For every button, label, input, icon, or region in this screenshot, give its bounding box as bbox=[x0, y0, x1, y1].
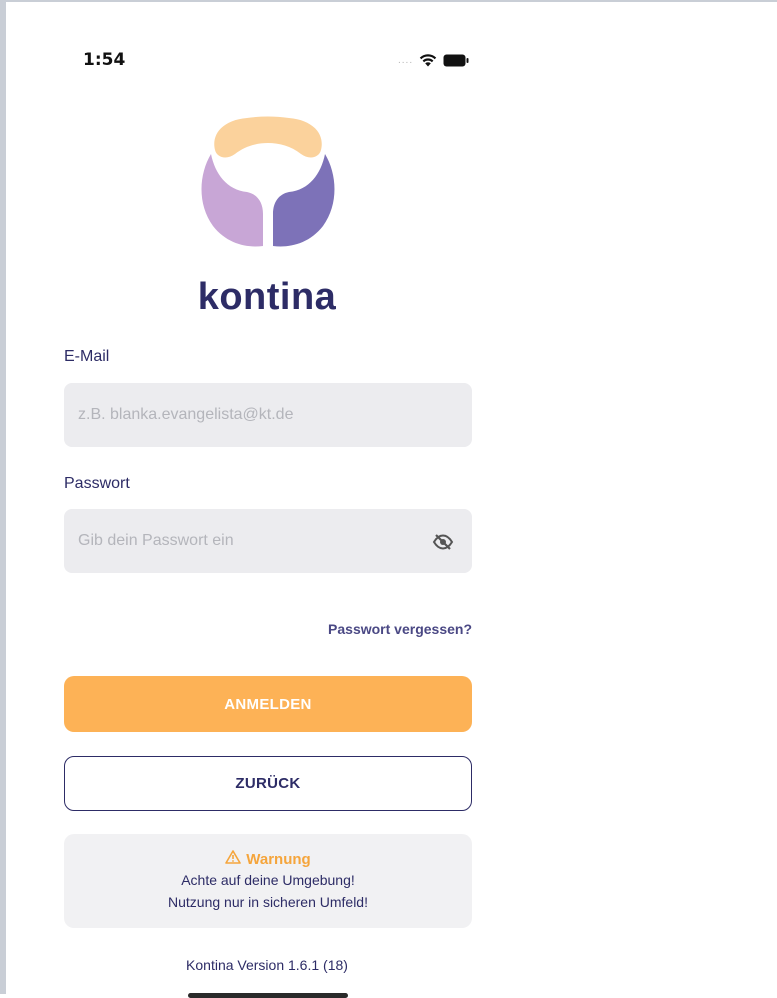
app-frame: 1:54 .... kontina E-Mail z.B. blanka.eva… bbox=[0, 0, 777, 998]
warning-line-1: Achte auf deine Umgebung! bbox=[181, 872, 355, 888]
status-icons: .... bbox=[398, 52, 469, 68]
warning-line-2: Nutzung nur in sicheren Umfeld! bbox=[168, 894, 368, 910]
signal-icon: .... bbox=[398, 54, 414, 66]
email-label: E-Mail bbox=[64, 348, 110, 365]
kontina-logo bbox=[197, 110, 339, 250]
battery-icon bbox=[443, 54, 469, 67]
warning-box: Warnung Achte auf deine Umgebung! Nutzun… bbox=[64, 834, 472, 928]
warning-title: Warnung bbox=[225, 850, 311, 868]
warning-title-text: Warnung bbox=[246, 850, 311, 868]
status-time: 1:54 bbox=[83, 50, 126, 70]
password-label: Passwort bbox=[64, 475, 130, 492]
back-button[interactable]: ZURÜCK bbox=[64, 756, 472, 811]
password-field[interactable] bbox=[64, 509, 472, 573]
login-button[interactable]: ANMELDEN bbox=[64, 676, 472, 732]
version-text: Kontina Version 1.6.1 (18) bbox=[186, 957, 348, 973]
wifi-icon bbox=[419, 53, 437, 67]
email-field[interactable] bbox=[64, 383, 472, 447]
forgot-password-link[interactable]: Passwort vergessen? bbox=[306, 621, 472, 637]
status-bar: 1:54 .... bbox=[6, 42, 777, 72]
brand-name: kontina bbox=[197, 276, 337, 318]
eye-off-icon[interactable] bbox=[432, 532, 454, 552]
warning-triangle-icon bbox=[225, 850, 242, 868]
